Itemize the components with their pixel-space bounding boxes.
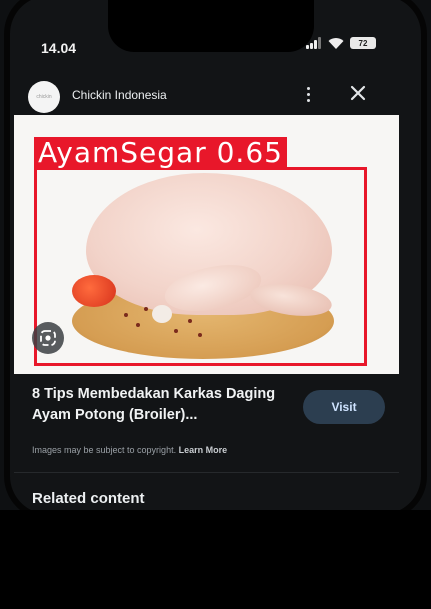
lens-icon[interactable] — [32, 322, 64, 354]
status-time: 14.04 — [41, 40, 77, 56]
signal-icon — [306, 37, 322, 49]
wifi-icon — [328, 38, 344, 49]
battery-icon: 72 — [350, 37, 376, 49]
copyright-notice: Images may be subject to copyright. Lear… — [32, 445, 227, 455]
visit-button[interactable]: Visit — [303, 390, 385, 424]
status-icons: 72 — [306, 36, 376, 50]
source-name[interactable]: Chickin Indonesia — [72, 88, 167, 102]
notch — [108, 0, 314, 52]
detection-box — [34, 167, 367, 366]
result-image[interactable]: AyamSegar 0.65 — [14, 115, 399, 374]
related-content-heading: Related content — [32, 490, 145, 507]
learn-more-link[interactable]: Learn More — [179, 445, 228, 455]
more-vert-icon[interactable] — [300, 84, 316, 106]
copyright-text: Images may be subject to copyright. — [32, 445, 177, 455]
close-icon[interactable] — [347, 82, 369, 104]
source-avatar[interactable]: chickin — [28, 81, 60, 113]
result-title[interactable]: 8 Tips Membedakan Karkas Daging Ayam Pot… — [32, 384, 302, 426]
detection-label: AyamSegar 0.65 — [34, 137, 287, 168]
source-header: chickin Chickin Indonesia — [0, 72, 431, 118]
phone-screen: 14.04 72 chickin Chickin Indonesia AyamS… — [0, 0, 431, 510]
divider — [14, 472, 399, 473]
